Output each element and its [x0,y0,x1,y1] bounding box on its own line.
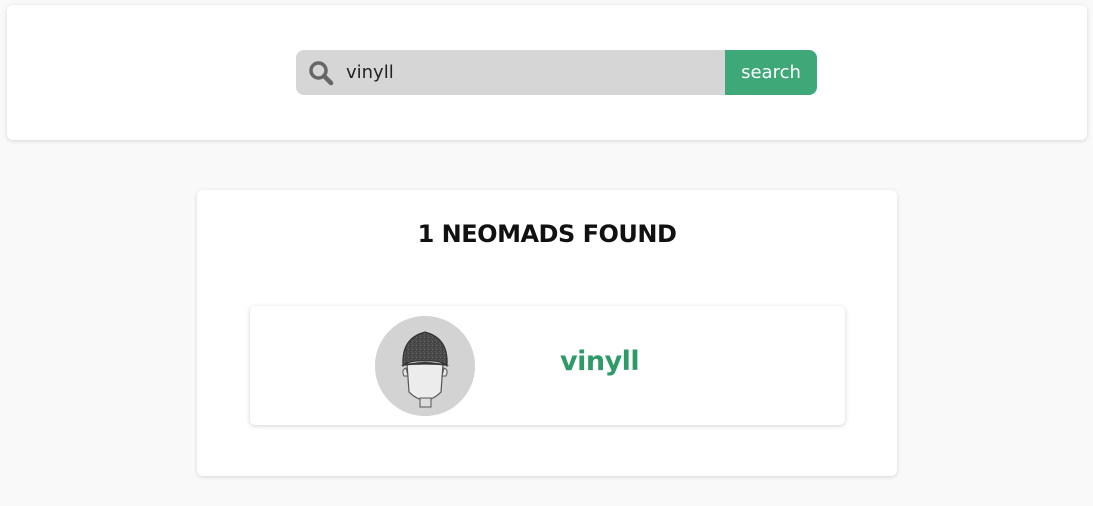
search-input[interactable] [346,57,706,88]
search-field[interactable] [296,50,725,95]
avatar[interactable] [375,316,475,416]
search-icon [308,60,334,86]
search-panel: search [7,5,1087,140]
user-card[interactable]: vinyll [250,306,845,425]
search-bar: search [296,50,817,95]
results-panel: 1 NEOMADS FOUND vinyll [197,190,897,476]
username-link[interactable]: vinyll [560,346,640,377]
results-heading: 1 NEOMADS FOUND [417,220,677,248]
search-button[interactable]: search [725,50,817,95]
